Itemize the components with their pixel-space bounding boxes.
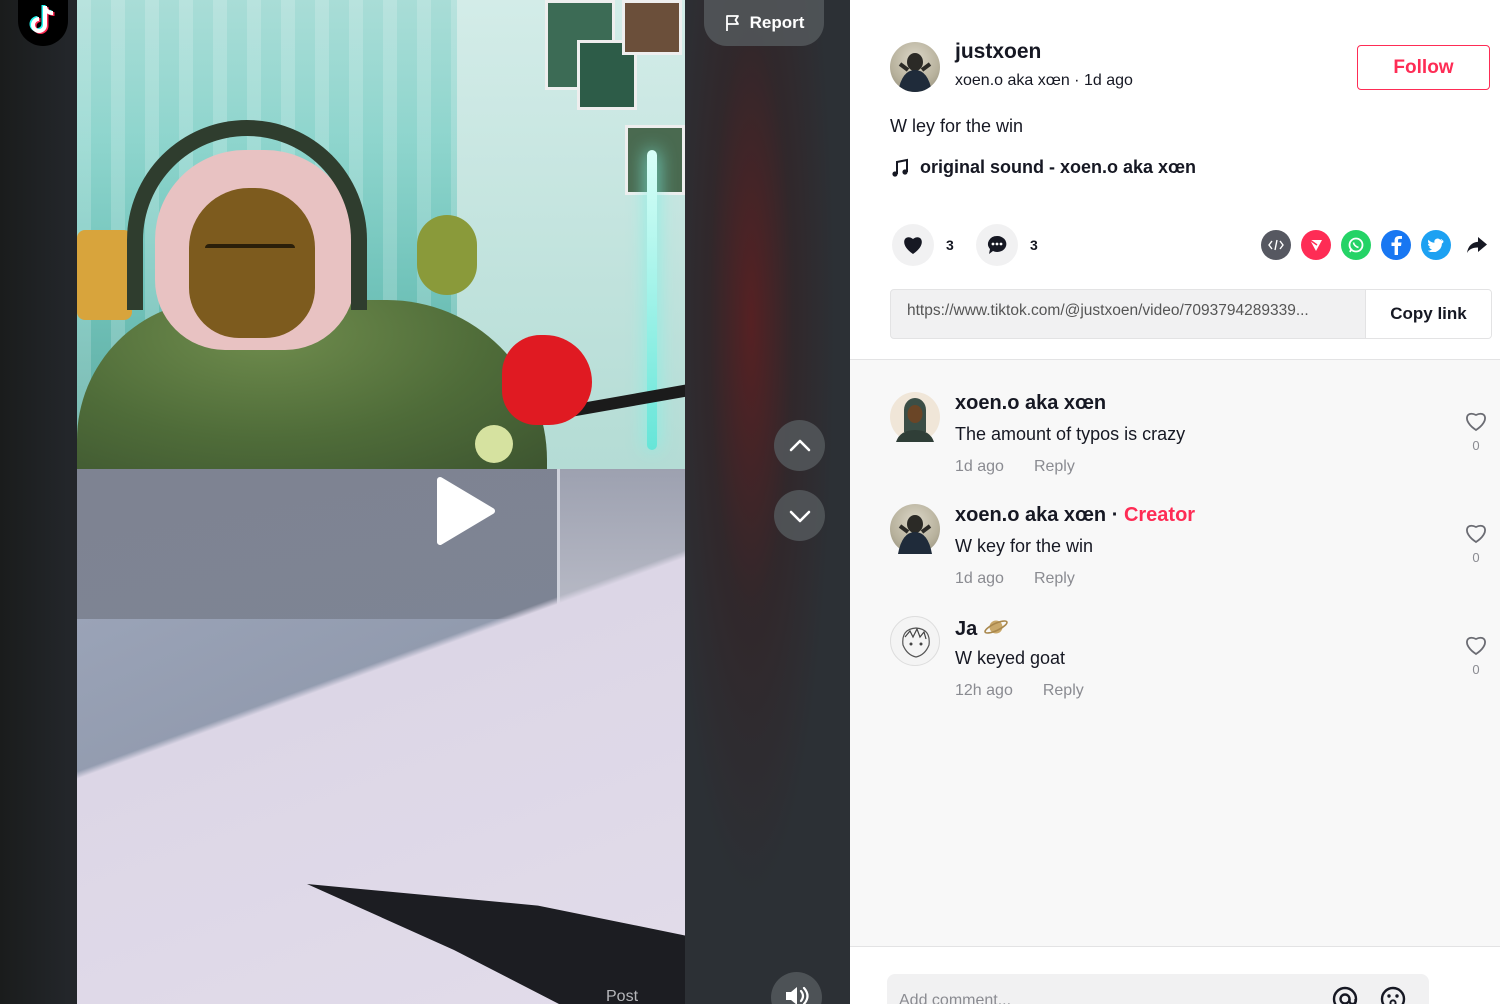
whatsapp-icon[interactable] [1341, 230, 1371, 260]
comment-bubble-icon [988, 235, 1007, 254]
emoji-icon[interactable] [1379, 985, 1407, 1004]
comment-like-count: 0 [1472, 662, 1480, 677]
reply-button[interactable]: Reply [1043, 682, 1084, 699]
follow-button[interactable]: Follow [1357, 45, 1490, 90]
heart-outline-icon [1466, 636, 1486, 656]
comment-text: W key for the win [955, 536, 1094, 556]
play-icon[interactable] [434, 476, 496, 546]
report-label: Report [749, 13, 805, 32]
commenter-avatar[interactable] [890, 616, 940, 666]
ringed-planet-icon [984, 620, 1008, 634]
comment-time: 1d ago [955, 570, 1004, 587]
comment-like-button[interactable]: 0 [1462, 522, 1490, 565]
like-button[interactable] [892, 224, 934, 266]
author-username[interactable]: justxoen [955, 40, 1041, 64]
comment-like-button[interactable]: 0 [1462, 410, 1490, 453]
post-comment-button[interactable]: Post [606, 988, 638, 1004]
like-count: 3 [946, 237, 954, 253]
video-frame-top [77, 0, 685, 469]
comment-like-button[interactable]: 0 [1462, 634, 1490, 677]
comment-like-count: 0 [1472, 438, 1480, 453]
comment-composer [850, 946, 1500, 1004]
commenter-avatar[interactable] [890, 504, 940, 554]
video-blur-background [685, 0, 850, 1004]
share-link-text[interactable]: https://www.tiktok.com/@justxoen/video/7… [891, 290, 1365, 338]
comment-item: xoen.o aka xœn · Creator W key for the w… [890, 504, 1490, 594]
comment-time: 12h ago [955, 682, 1013, 699]
commenter-name[interactable]: xoen.o aka xœn · Creator [955, 504, 1195, 527]
share-arrow-icon[interactable] [1462, 230, 1492, 260]
video-pane: Report [0, 0, 850, 1004]
author-meta: xoen.o aka xœn · 1d ago [955, 72, 1133, 89]
comment-like-count: 0 [1472, 550, 1480, 565]
author-avatar[interactable] [890, 42, 940, 92]
reply-button[interactable]: Reply [1034, 458, 1075, 475]
comment-text: The amount of typos is crazy [955, 424, 1186, 444]
comment-item: Ja W keyed goat 12h ago Reply 0 [890, 616, 1490, 706]
details-panel: justxoen xoen.o aka xœn · 1d ago Follow … [850, 0, 1500, 1004]
music-note-icon [892, 158, 908, 177]
comment-meta: 12h ago Reply [955, 682, 1084, 700]
comments-list: xoen.o aka xœn The amount of typos is cr… [850, 360, 1500, 946]
creator-badge: Creator [1123, 504, 1196, 526]
heart-outline-icon [1466, 524, 1486, 544]
chevron-up-icon [789, 439, 810, 451]
video-player[interactable] [77, 0, 685, 1004]
volume-icon [785, 986, 809, 1004]
twitter-icon[interactable] [1421, 230, 1451, 260]
comment-item: xoen.o aka xœn The amount of typos is cr… [890, 392, 1490, 482]
video-frame-bottom [77, 469, 685, 1004]
comment-time: 1d ago [955, 458, 1004, 475]
embed-icon[interactable] [1261, 230, 1291, 260]
send-icon[interactable] [1301, 230, 1331, 260]
sound-link[interactable]: original sound - xoen.o aka xœn [890, 157, 1196, 178]
tiktok-logo-icon[interactable] [18, 0, 68, 46]
report-button[interactable]: Report [704, 0, 824, 46]
heart-icon [904, 237, 922, 254]
comment-button[interactable] [976, 224, 1018, 266]
commenter-avatar[interactable] [890, 392, 940, 442]
like-stat: 3 [892, 224, 954, 266]
next-video-button[interactable] [774, 490, 825, 541]
comment-meta: 1d ago Reply [955, 570, 1075, 588]
reply-button[interactable]: Reply [1034, 570, 1075, 587]
heart-outline-icon [1466, 412, 1486, 432]
comment-count: 3 [1030, 237, 1038, 253]
comment-text: W keyed goat [955, 648, 1066, 668]
facebook-icon[interactable] [1381, 230, 1411, 260]
comment-stat: 3 [976, 224, 1038, 266]
chevron-down-icon [789, 510, 810, 522]
sound-label: original sound - xoen.o aka xœn [920, 157, 1197, 177]
tiktok-video-page: Report justxoen xoen.o aka xœn · 1d ago … [0, 0, 1500, 1004]
copy-link-button[interactable]: Copy link [1365, 290, 1491, 338]
comment-meta: 1d ago Reply [955, 458, 1075, 476]
previous-video-button[interactable] [774, 420, 825, 471]
commenter-name[interactable]: xoen.o aka xœn [955, 392, 1106, 415]
video-caption: W ley for the win [890, 116, 1024, 136]
share-link-box: https://www.tiktok.com/@justxoen/video/7… [890, 289, 1492, 339]
commenter-name[interactable]: Ja [955, 616, 1009, 641]
flag-icon [725, 15, 739, 31]
mention-icon[interactable] [1331, 985, 1359, 1004]
